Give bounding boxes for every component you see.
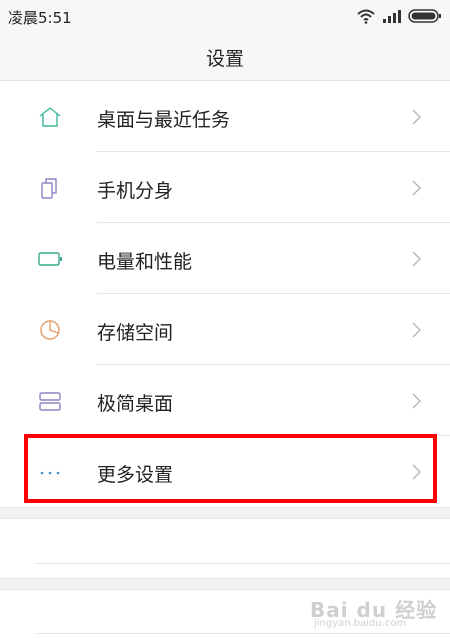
highlight-box (24, 434, 437, 503)
app-header: 设置 (0, 32, 450, 81)
settings-item-dual-apps[interactable]: 手机分身 (0, 152, 450, 223)
chevron-right-icon (412, 180, 421, 196)
battery-icon (408, 9, 441, 23)
status-icons (356, 7, 442, 25)
watermark-subtext: jingyan.baidu.com (314, 618, 407, 629)
watermark: Bai du 经验 jingyan.baidu.com (310, 592, 440, 632)
section-gap (0, 507, 450, 519)
settings-item-battery-performance[interactable]: 电量和性能 (0, 223, 450, 294)
pie-chart-icon (40, 320, 60, 340)
settings-item-simple-desktop[interactable]: 极简桌面 (0, 365, 450, 436)
status-time: 凌晨5:51 (8, 9, 72, 27)
status-bar: 凌晨5:51 (0, 0, 450, 32)
simple-desktop-icon (39, 392, 61, 411)
settings-item-storage[interactable]: 存储空间 (0, 294, 450, 365)
section-gap (0, 578, 450, 590)
settings-item-label: 电量和性能 (97, 251, 193, 273)
settings-item-home-recent[interactable]: 桌面与最近任务 (0, 81, 450, 152)
chevron-right-icon (412, 109, 421, 125)
list-item[interactable] (0, 519, 450, 579)
dual-app-icon (41, 178, 57, 199)
battery-outline-icon (38, 252, 62, 266)
chevron-right-icon (412, 251, 421, 267)
divider (36, 563, 450, 564)
settings-item-label: 极简桌面 (97, 393, 174, 415)
chevron-right-icon (412, 322, 421, 338)
divider (36, 633, 450, 634)
signal-icon (383, 10, 401, 23)
page-title: 设置 (205, 48, 244, 70)
wifi-icon (357, 9, 375, 24)
home-icon (39, 107, 61, 127)
settings-item-label: 手机分身 (97, 180, 174, 202)
settings-item-label: 存储空间 (97, 322, 174, 344)
chevron-right-icon (412, 393, 421, 409)
settings-item-label: 桌面与最近任务 (97, 109, 231, 131)
